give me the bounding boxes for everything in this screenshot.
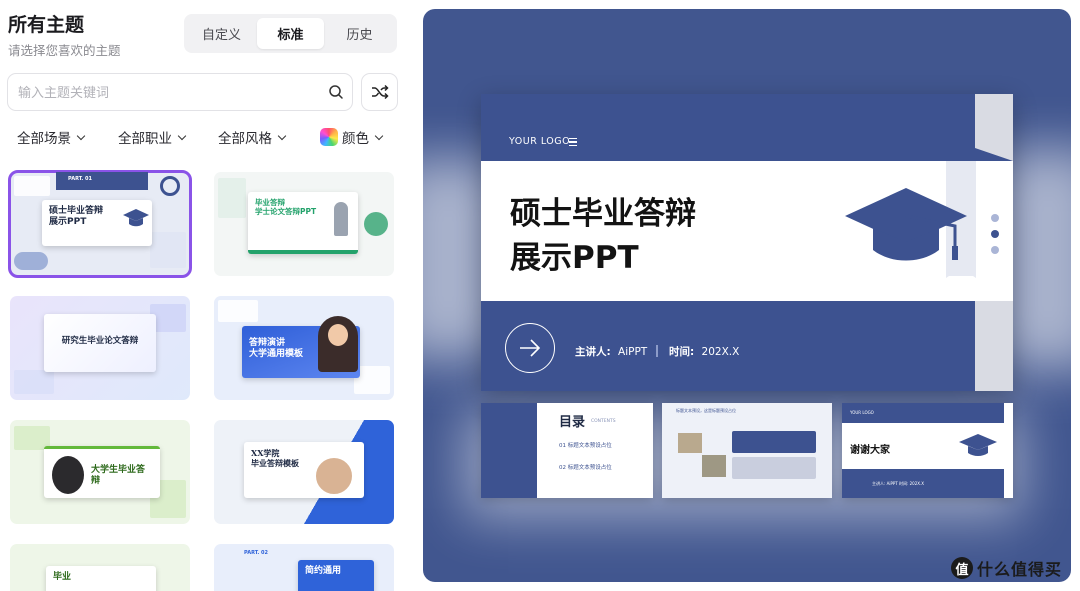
template-title: 毕业	[53, 572, 72, 582]
page-dot[interactable]	[991, 246, 999, 254]
template-header: PART. 01	[68, 176, 92, 182]
template-card[interactable]: 研究生毕业论文答辩	[10, 296, 190, 400]
time-value: 202X.X	[701, 346, 740, 358]
chevron-down-icon	[374, 131, 384, 140]
mini-logo: YOUR LOGO	[850, 410, 874, 415]
filter-scene[interactable]: 全部场景	[17, 127, 86, 147]
slide-footer-band: 主讲人: AiPPT 时间: 202X.X	[481, 301, 975, 391]
mini-sub: CONTENTS	[591, 419, 616, 424]
template-header: PART. 02	[244, 550, 268, 556]
mini-slide-content[interactable]: 标题文本预设，这是标题预设占位	[662, 403, 832, 498]
template-title: 研究生毕业论文答辩	[61, 336, 139, 346]
time-info: 时间: 202X.X	[669, 344, 739, 359]
app: 所有主题 请选择您喜欢的主题 自定义 标准 历史 全部场景 全部职业	[0, 0, 1080, 591]
search-box	[7, 73, 353, 111]
graduation-cap-icon	[123, 209, 149, 227]
filter-style-label: 全部风格	[218, 131, 272, 147]
graduation-cap-icon	[845, 188, 967, 261]
filter-style[interactable]: 全部风格	[218, 127, 287, 147]
presenter-label: 主讲人:	[575, 346, 611, 358]
main-slide[interactable]: YOUR LOGO 硕士毕业答辩 展示PPT 主讲人: AiPPT 时间: 20…	[481, 94, 1013, 391]
filter-profession-label: 全部职业	[118, 131, 172, 147]
filter-color[interactable]: 颜色	[320, 127, 384, 147]
search-icon[interactable]	[328, 84, 344, 100]
watermark-badge: 值	[951, 557, 973, 579]
template-card[interactable]: 毕业	[10, 544, 190, 591]
color-swatch-icon	[320, 128, 338, 146]
shuffle-icon	[371, 84, 389, 100]
filter-profession[interactable]: 全部职业	[118, 127, 187, 147]
filter-color-label: 颜色	[342, 131, 369, 147]
watermark-text: 什么值得买	[977, 560, 1063, 579]
mini-item: 01 标题文本预设占位	[559, 443, 612, 449]
panel-subtitle: 请选择您喜欢的主题	[8, 43, 121, 58]
slide-header-band: YOUR LOGO	[481, 94, 975, 161]
tab-custom[interactable]: 自定义	[188, 18, 255, 49]
mini-slide-thanks[interactable]: YOUR LOGO 谢谢大家 主讲人: AiPPT 时间: 202X.X	[842, 403, 1013, 498]
arrow-right-icon	[505, 323, 555, 373]
template-card[interactable]: 大学生毕业答辩	[10, 420, 190, 524]
mini-heading: 标题文本预设，这是标题预设占位	[676, 408, 736, 413]
shuffle-button[interactable]	[361, 73, 398, 111]
template-cover: 毕业	[46, 566, 156, 591]
slide-title: 硕士毕业答辩 展示PPT	[510, 196, 696, 276]
mini-heading: 目录	[559, 415, 586, 430]
mini-item: 02 标题文本预设占位	[559, 465, 612, 471]
template-title: 简约通用	[305, 566, 342, 576]
template-cover: 研究生毕业论文答辩	[44, 314, 156, 372]
tab-switcher: 自定义 标准 历史	[184, 14, 397, 53]
template-card[interactable]: 毕业答辩 学士论文答辩PPT	[214, 172, 394, 276]
mini-slide-contents[interactable]: 目录 CONTENTS 01 标题文本预设占位 02 标题文本预设占位	[481, 403, 653, 498]
theme-panel: 所有主题 请选择您喜欢的主题 自定义 标准 历史 全部场景 全部职业	[0, 0, 410, 591]
watermark: 值 什么值得买	[951, 556, 1062, 580]
page-dot[interactable]	[991, 214, 999, 222]
presenter-name: AiPPT	[618, 346, 648, 358]
template-card[interactable]: PART. 01 硕士毕业答辩 展示PPT	[8, 170, 192, 278]
page-dot-active[interactable]	[991, 230, 999, 238]
mini-heading: 谢谢大家	[850, 445, 890, 456]
template-cover: 简约通用	[298, 560, 374, 591]
preview-panel: YOUR LOGO 硕士毕业答辩 展示PPT 主讲人: AiPPT 时间: 20…	[423, 9, 1071, 582]
template-title: 大学生毕业答辩	[91, 465, 146, 487]
chevron-down-icon	[177, 131, 187, 140]
presenter-info: 主讲人: AiPPT	[575, 344, 647, 359]
tab-history[interactable]: 历史	[326, 18, 393, 49]
time-label: 时间:	[669, 346, 695, 358]
chevron-down-icon	[76, 131, 86, 140]
template-card[interactable]: 答辩演讲 大学通用模板	[214, 296, 394, 400]
graduation-cap-icon	[959, 434, 997, 456]
mini-footer: 主讲人: AiPPT 时间: 202X.X	[872, 481, 925, 486]
menu-icon	[569, 138, 577, 148]
search-input[interactable]	[18, 74, 318, 110]
template-card[interactable]: XX学院 毕业答辩模板	[214, 420, 394, 524]
filter-scene-label: 全部场景	[17, 131, 71, 147]
tab-standard[interactable]: 标准	[257, 18, 324, 49]
slide-logo: YOUR LOGO	[509, 136, 571, 147]
chevron-down-icon	[277, 131, 287, 140]
panel-title: 所有主题	[8, 14, 85, 36]
template-card[interactable]: PART. 02 简约通用	[214, 544, 394, 591]
